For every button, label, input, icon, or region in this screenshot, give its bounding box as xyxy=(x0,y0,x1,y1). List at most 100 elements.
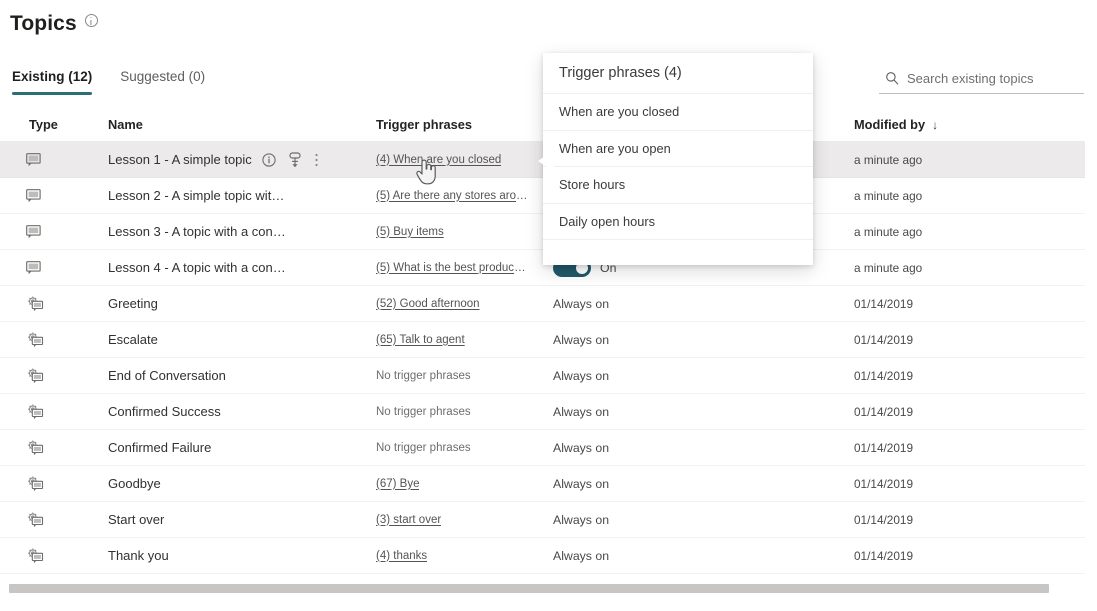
topic-name[interactable]: Escalate xyxy=(108,332,158,347)
sort-descending-icon: ↓ xyxy=(932,117,939,132)
system-topic-icon xyxy=(26,511,44,528)
callout-header: Trigger phrases (4) xyxy=(543,53,813,94)
table-row[interactable]: End of Conversation No trigger phrases Alw… xyxy=(0,358,1085,394)
cell-trigger-phrases: (5) Buy items xyxy=(376,226,553,238)
page-header: Topics xyxy=(10,13,98,34)
status-text: Always on xyxy=(553,512,610,527)
callout-item[interactable]: Store hours xyxy=(543,167,813,204)
table-row[interactable]: Greeting (52) Good afternoon Always on 01/1… xyxy=(0,286,1085,322)
cell-type xyxy=(0,511,108,528)
cell-modified-by: 01/14/2019 xyxy=(854,369,1085,383)
callout-item-label: When are you open xyxy=(559,140,671,156)
trigger-phrase-link[interactable]: (4) thanks xyxy=(376,550,427,562)
modified-timestamp: 01/14/2019 xyxy=(854,296,914,311)
search-input[interactable]: Search existing topics xyxy=(907,71,1033,86)
modified-timestamp: a minute ago xyxy=(854,260,923,275)
cell-trigger-phrases: No trigger phrases xyxy=(376,442,553,454)
callout-item[interactable]: When are you open xyxy=(543,131,813,167)
horizontal-scrollbar-thumb[interactable] xyxy=(9,584,1049,593)
modified-timestamp: 01/14/2019 xyxy=(854,404,914,419)
cell-modified-by: 01/14/2019 xyxy=(854,477,1085,491)
topic-name[interactable]: Confirmed Success xyxy=(108,404,221,419)
status-text: Always on xyxy=(553,440,610,455)
cell-name: Confirmed Failure xyxy=(108,440,376,455)
modified-timestamp: 01/14/2019 xyxy=(854,440,914,455)
cell-status: Always on xyxy=(553,369,854,383)
topic-name[interactable]: End of Conversation xyxy=(108,368,226,383)
cell-name: Goodbye xyxy=(108,476,376,491)
topic-name[interactable]: Start over xyxy=(108,512,164,527)
cell-status: Always on xyxy=(553,405,854,419)
more-options-icon[interactable] xyxy=(314,152,319,168)
system-topic-icon xyxy=(26,547,44,564)
column-header-trigger-phrases[interactable]: Trigger phrases xyxy=(376,117,553,132)
callout-item[interactable]: When are you closed xyxy=(543,94,813,131)
cell-trigger-phrases: (67) Bye xyxy=(376,478,553,490)
modified-timestamp: a minute ago xyxy=(854,188,923,203)
table-row[interactable]: Escalate (65) Talk to agent Always on 01/14… xyxy=(0,322,1085,358)
cell-type xyxy=(0,547,108,564)
table-row[interactable]: Confirmed Failure No trigger phrases Alway… xyxy=(0,430,1085,466)
trigger-phrase-empty: No trigger phrases xyxy=(376,405,471,418)
topic-name[interactable]: Greeting xyxy=(108,296,158,311)
cell-type xyxy=(0,224,108,239)
table-row[interactable]: Thank you (4) thanks Always on 01/14/2019 xyxy=(0,538,1085,574)
topic-name[interactable]: Lesson 4 - A topic with a condition, var… xyxy=(108,260,286,275)
cell-modified-by: 01/14/2019 xyxy=(854,297,1085,311)
tab-suggested[interactable]: Suggested (0) xyxy=(120,68,205,95)
column-header-type[interactable]: Type xyxy=(0,117,108,132)
topic-name[interactable]: Confirmed Failure xyxy=(108,440,211,455)
topic-name[interactable]: Lesson 3 - A topic with a condition, var… xyxy=(108,224,286,239)
cell-modified-by: 01/14/2019 xyxy=(854,441,1085,455)
cell-name: End of Conversation xyxy=(108,368,376,383)
status-text: Always on xyxy=(553,548,610,563)
callout-title: Trigger phrases (4) xyxy=(559,65,682,81)
cell-status: Always on xyxy=(553,441,854,455)
topic-name[interactable]: Lesson 2 - A simple topic with a conditi… xyxy=(108,188,286,203)
cell-status: Always on xyxy=(553,549,854,563)
callout-item[interactable]: Daily open hours xyxy=(543,204,813,240)
callout-item-list: When are you closed When are you open Stor… xyxy=(543,94,813,240)
system-topic-icon xyxy=(26,439,44,456)
topic-name[interactable]: Lesson 1 - A simple topic xyxy=(108,152,252,167)
table-row[interactable]: Start over (3) start over Always on 01/14/2… xyxy=(0,502,1085,538)
cell-type xyxy=(0,152,108,167)
status-text: Always on xyxy=(553,368,610,383)
trigger-phrase-link[interactable]: (5) What is the best product f... xyxy=(376,262,528,274)
modified-timestamp: a minute ago xyxy=(854,152,923,167)
trigger-phrase-link[interactable]: (3) start over xyxy=(376,514,441,526)
test-bot-icon[interactable] xyxy=(288,151,302,168)
search-icon xyxy=(885,71,899,85)
tab-bar: Existing (12) Suggested (0) xyxy=(12,68,205,95)
trigger-phrase-empty: No trigger phrases xyxy=(376,441,471,454)
column-header-modified-by[interactable]: Modified by ↓ xyxy=(854,117,1085,132)
cell-trigger-phrases: (52) Good afternoon xyxy=(376,298,553,310)
tab-existing-label: Existing (12) xyxy=(12,69,93,84)
table-row[interactable]: Goodbye (67) Bye Always on 01/14/2019 xyxy=(0,466,1085,502)
cell-trigger-phrases: (3) start over xyxy=(376,514,553,526)
topic-name[interactable]: Goodbye xyxy=(108,476,161,491)
tab-existing[interactable]: Existing (12) xyxy=(12,68,93,95)
topic-name[interactable]: Thank you xyxy=(108,548,169,563)
cell-modified-by: 01/14/2019 xyxy=(854,405,1085,419)
table-row[interactable]: Confirmed Success No trigger phrases Alway… xyxy=(0,394,1085,430)
cell-modified-by: 01/14/2019 xyxy=(854,513,1085,527)
search-existing-topics[interactable]: Search existing topics xyxy=(879,66,1084,94)
cell-modified-by: 01/14/2019 xyxy=(854,549,1085,563)
trigger-phrase-link[interactable]: (5) Are there any stores aroun... xyxy=(376,190,528,202)
row-action-buttons xyxy=(262,151,319,168)
info-circle-icon[interactable] xyxy=(84,14,98,27)
tab-suggested-label: Suggested (0) xyxy=(120,69,206,84)
trigger-phrase-link[interactable]: (65) Talk to agent xyxy=(376,334,465,346)
cell-modified-by: 01/14/2019 xyxy=(854,333,1085,347)
callout-footer-spacer xyxy=(543,240,813,265)
trigger-phrase-link[interactable]: (52) Good afternoon xyxy=(376,298,480,310)
info-circle-icon[interactable] xyxy=(262,152,276,167)
cell-name: Start over xyxy=(108,512,376,527)
trigger-phrase-link[interactable]: (5) Buy items xyxy=(376,226,444,238)
column-header-name[interactable]: Name xyxy=(108,117,376,132)
cell-modified-by: a minute ago xyxy=(854,153,1085,167)
trigger-phrase-link[interactable]: (67) Bye xyxy=(376,478,419,490)
trigger-phrase-link[interactable]: (4) When are you closed xyxy=(376,154,501,166)
cell-type xyxy=(0,403,108,420)
